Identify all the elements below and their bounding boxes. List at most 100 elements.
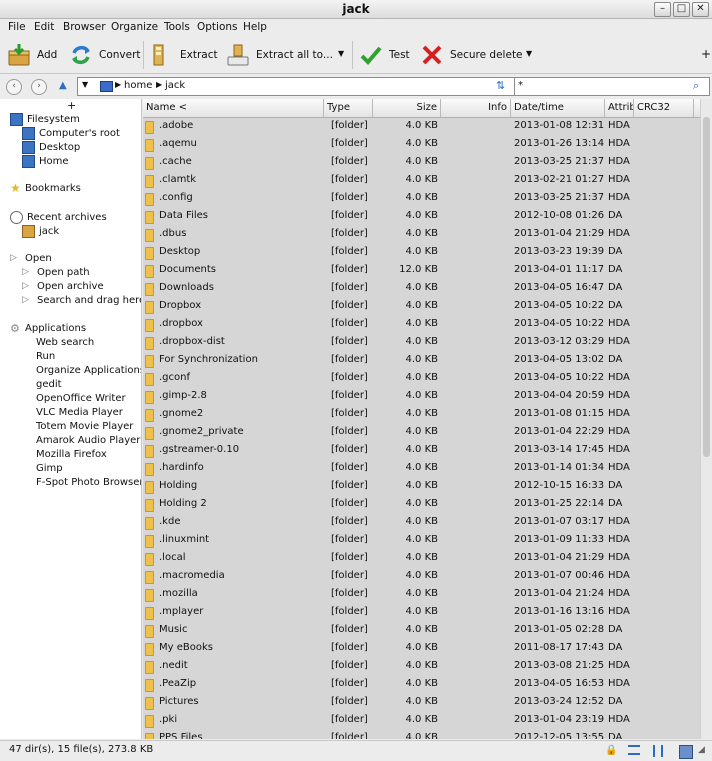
table-row[interactable]: Dropbox [folder] 4.0 KB 2013-04-05 10:22 DA [143,297,700,315]
search-icon[interactable]: ⌕ [693,79,699,93]
secure-delete-dropdown-icon[interactable]: ▼ [526,49,532,58]
sidebar-item-app[interactable]: Organize Applications [36,365,141,376]
sidebar-item-app[interactable]: Run [36,351,55,362]
lock-icon[interactable]: 🔒 [605,745,617,757]
sidebar-item-filesystem[interactable]: Filesystem [10,113,80,126]
sidebar-expand-icon[interactable]: + [67,99,76,112]
menu-edit[interactable]: Edit [34,21,54,33]
table-row[interactable]: .adobe [folder] 4.0 KB 2013-01-08 12:31 HDA [143,117,700,135]
maximize-button[interactable]: □ [673,2,690,17]
sidebar-item-open-archive[interactable]: ▷ Open archive [22,281,104,292]
table-row[interactable]: Data Files [folder] 4.0 KB 2012-10-08 01:26… [143,207,700,225]
table-row[interactable]: .dropbox [folder] 4.0 KB 2013-04-05 10:22 HD… [143,315,700,333]
table-row[interactable]: .gnome2_private [folder] 4.0 KB 2013-01-04 … [143,423,700,441]
vertical-scrollbar[interactable] [700,99,712,739]
sidebar-item-search-drag[interactable]: ▷ Search and drag here [22,295,141,306]
table-row[interactable]: .nedit [folder] 4.0 KB 2013-03-08 21:25 HDA [143,657,700,675]
table-row[interactable]: .PeaZip [folder] 4.0 KB 2013-04-05 16:53 HDA [143,675,700,693]
breadcrumb-home[interactable]: home [124,80,152,91]
image-view-icon[interactable] [679,745,693,759]
table-row[interactable]: Downloads [folder] 4.0 KB 2013-04-05 16:47 D… [143,279,700,297]
refresh-icon[interactable]: ⇅ [496,79,505,92]
menu-options[interactable]: Options [197,21,238,33]
menu-organize[interactable]: Organize [111,21,158,33]
sidebar-item-computers-root[interactable]: Computer's root [22,127,120,140]
forward-icon[interactable]: › [31,79,47,95]
sidebar-item-app[interactable]: Web search [36,337,94,348]
sidebar-item-app[interactable]: Gimp [36,463,63,474]
table-row[interactable]: .pki [folder] 4.0 KB 2013-01-04 23:19 HDA [143,711,700,729]
table-row[interactable]: For Synchronization [folder] 4.0 KB 2013-04… [143,351,700,369]
menu-help[interactable]: Help [243,21,267,33]
menu-file[interactable]: File [8,21,26,33]
column-crc32[interactable]: CRC32 [634,99,694,117]
sidebar-item-app[interactable]: OpenOffice Writer [36,393,126,404]
add-button[interactable]: Add [7,41,57,69]
resize-grip-icon[interactable]: ◢ [698,745,710,757]
scrollbar-thumb[interactable] [703,117,710,457]
table-row[interactable]: .config [folder] 4.0 KB 2013-03-25 21:37 HDA [143,189,700,207]
table-row[interactable]: Pictures [folder] 4.0 KB 2013-03-24 12:52 DA [143,693,700,711]
sidebar-item-app[interactable]: Amarok Audio Player [36,435,140,446]
sidebar-item-applications[interactable]: ⚙ Applications [10,323,86,334]
table-row[interactable]: .dropbox-dist [folder] 4.0 KB 2013-03-12 03… [143,333,700,351]
table-row[interactable]: .local [folder] 4.0 KB 2013-01-04 21:29 HDA [143,549,700,567]
test-button[interactable]: Test [359,41,410,69]
sidebar-item-app[interactable]: Mozilla Firefox [36,449,107,460]
table-row[interactable]: .hardinfo [folder] 4.0 KB 2013-01-14 01:34 H… [143,459,700,477]
sidebar-item-app[interactable]: Totem Movie Player [36,421,133,432]
table-row[interactable]: .gconf [folder] 4.0 KB 2013-04-05 10:22 HDA [143,369,700,387]
table-row[interactable]: Holding 2 [folder] 4.0 KB 2013-01-25 22:14 D… [143,495,700,513]
filter-field[interactable]: * ⌕ [514,77,710,96]
table-row[interactable]: .linuxmint [folder] 4.0 KB 2013-01-09 11:33… [143,531,700,549]
path-dropdown-icon[interactable]: ▼ [82,80,88,89]
extract-all-dropdown-icon[interactable]: ▼ [338,49,344,58]
sidebar-item-desktop[interactable]: Desktop [22,141,80,154]
table-row[interactable]: .kde [folder] 4.0 KB 2013-01-07 03:17 HDA [143,513,700,531]
table-row[interactable]: Music [folder] 4.0 KB 2013-01-05 02:28 DA [143,621,700,639]
column-attrib[interactable]: Attrib [605,99,634,117]
secure-delete-button[interactable]: Secure delete [420,41,523,69]
minimize-button[interactable]: – [654,2,671,17]
table-row[interactable]: .macromedia [folder] 4.0 KB 2013-01-07 00:4… [143,567,700,585]
table-row[interactable]: PPS Files [folder] 4.0 KB 2012-12-05 13:55 D… [143,729,700,739]
sidebar-item-recent-jack[interactable]: jack [22,225,59,238]
table-row[interactable]: .clamtk [folder] 4.0 KB 2013-02-21 01:27 HDA [143,171,700,189]
back-icon[interactable]: ‹ [6,79,22,95]
column-info[interactable]: Info [441,99,511,117]
extract-button[interactable]: Extract [150,41,218,69]
table-row[interactable]: .gstreamer-0.10 [folder] 4.0 KB 2013-03-14 … [143,441,700,459]
details-view-icon[interactable] [628,745,640,755]
menu-browser[interactable]: Browser [63,21,106,33]
sidebar-item-home[interactable]: Home [22,155,69,168]
table-row[interactable]: .gimp-2.8 [folder] 4.0 KB 2013-04-04 20:59 H… [143,387,700,405]
table-row[interactable]: .mplayer [folder] 4.0 KB 2013-01-16 13:16 HD… [143,603,700,621]
sidebar-item-recent-archives[interactable]: Recent archives [10,211,107,224]
sidebar-item-open-path[interactable]: ▷ Open path [22,267,90,278]
sidebar-item-app[interactable]: gedit [36,379,62,390]
column-date[interactable]: Date/time [511,99,605,117]
extract-all-button[interactable]: Extract all to... [226,41,333,69]
column-name[interactable]: Name < [143,99,324,117]
table-row[interactable]: .dbus [folder] 4.0 KB 2013-01-04 21:29 HDA [143,225,700,243]
table-row[interactable]: Desktop [folder] 4.0 KB 2013-03-23 19:39 DA [143,243,700,261]
sidebar-item-bookmarks[interactable]: ★ Bookmarks [10,182,81,194]
sidebar-item-open[interactable]: ▷ Open [10,253,52,264]
breadcrumb-jack[interactable]: jack [165,80,185,91]
sidebar-item-app[interactable]: VLC Media Player [36,407,123,418]
close-button[interactable]: ✕ [692,2,709,17]
table-row[interactable]: .mozilla [folder] 4.0 KB 2013-01-04 21:24 HD… [143,585,700,603]
path-field[interactable]: ▼ ▶ home ▶ jack ⇅ [77,77,515,96]
toolbar-overflow-icon[interactable]: + [701,47,711,61]
column-size[interactable]: Size [373,99,441,117]
table-row[interactable]: Holding [folder] 4.0 KB 2012-10-15 16:33 DA [143,477,700,495]
table-row[interactable]: .aqemu [folder] 4.0 KB 2013-01-26 13:14 HDA [143,135,700,153]
table-row[interactable]: Documents [folder] 12.0 KB 2013-04-01 11:17… [143,261,700,279]
list-view-icon[interactable] [653,745,663,757]
sidebar-item-app[interactable]: F-Spot Photo Browser [36,477,141,488]
table-row[interactable]: .gnome2 [folder] 4.0 KB 2013-01-08 01:15 HDA [143,405,700,423]
column-type[interactable]: Type [324,99,373,117]
convert-button[interactable]: Convert [69,41,141,69]
table-row[interactable]: My eBooks [folder] 4.0 KB 2011-08-17 17:43 D… [143,639,700,657]
up-arrow-icon[interactable]: ▲ [59,80,67,91]
